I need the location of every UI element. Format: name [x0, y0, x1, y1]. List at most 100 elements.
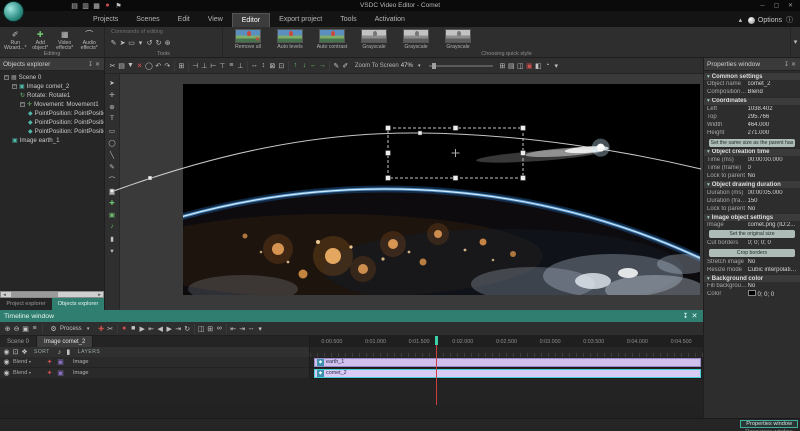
quality-icon[interactable]: ◔	[543, 61, 552, 71]
tree-item-pointposition-pointpositio[interactable]: ◆PointPosition: PointPositio	[0, 109, 104, 118]
clip-bar-earth[interactable]: ◆ earth_1	[314, 358, 701, 367]
clip-bar-comet[interactable]: ◆ comet_2	[314, 369, 701, 378]
expander-icon[interactable]: −	[20, 102, 25, 107]
scrollbar-thumb[interactable]	[11, 292, 58, 297]
zoom-tool-icon[interactable]: ⊕	[108, 101, 117, 112]
tree-item-pointposition-pointpositio[interactable]: ◆PointPosition: PointPositio	[0, 118, 104, 127]
redo-icon[interactable]: ↷	[163, 61, 172, 71]
property-value[interactable]: No	[748, 206, 798, 212]
fit-width-icon[interactable]: ↔	[250, 61, 259, 71]
eye-icon[interactable]: ◉	[2, 368, 11, 378]
property-value[interactable]: 1038.402	[748, 106, 798, 112]
zoom-value[interactable]: 47%	[401, 63, 413, 69]
align-center-icon[interactable]: ⊥	[200, 61, 209, 71]
collapse-ribbon-icon[interactable]: ▴	[736, 15, 745, 25]
eye-all-icon[interactable]: ◉	[2, 347, 11, 357]
move-up-icon[interactable]: ↑	[291, 61, 300, 71]
add-sprite-tool-icon[interactable]: ▣	[108, 209, 117, 220]
more-view-icon[interactable]: ▾	[552, 61, 561, 71]
align-right-icon[interactable]: ⊢	[209, 61, 218, 71]
stretch-icon[interactable]: ⊠	[268, 61, 277, 71]
zoom-slider[interactable]	[429, 65, 493, 67]
expand-all-icon[interactable]: ↔	[247, 324, 256, 334]
flag-icon[interactable]: ⚑	[114, 1, 123, 11]
film-icon[interactable]: ▮	[64, 347, 73, 357]
set-original-size-button[interactable]: Set the original size	[709, 230, 795, 238]
close-icon[interactable]: ✕	[94, 59, 101, 69]
move-clip-left-icon[interactable]: ⇤	[229, 324, 238, 334]
set-same-size-button[interactable]: Set the same size as the parent has	[709, 139, 795, 147]
more-shapes-icon[interactable]: ▾	[136, 38, 145, 48]
timeline-ruler-ticks[interactable]	[310, 347, 703, 357]
playhead-marker[interactable]	[435, 336, 438, 345]
pin-icon[interactable]: ↧	[783, 59, 790, 69]
tl-zoom-in-icon[interactable]: ⊕	[3, 324, 12, 334]
move-tool-icon[interactable]: ✛	[108, 89, 117, 100]
zoom-caret-icon[interactable]: ▾	[415, 61, 424, 71]
grid-icon[interactable]: ⊞	[498, 61, 507, 71]
props-section-background-color[interactable]: ▾Background color	[704, 274, 800, 282]
more-styles-icon[interactable]: ▾	[791, 37, 800, 47]
add-marker-icon[interactable]: ✚	[97, 324, 106, 334]
tree-item-rotate-rotate1[interactable]: ↻Rotate: Rotate1	[0, 91, 104, 100]
curve-tool-icon[interactable]: ⌒	[108, 173, 117, 184]
props-section-object-drawing-duration[interactable]: ▾Object drawing duration	[704, 180, 800, 188]
pencil-tool-icon[interactable]: ✎	[108, 161, 117, 172]
close-icon[interactable]: ✕	[790, 59, 797, 69]
property-value[interactable]: Blend	[748, 89, 798, 95]
lock-all-icon[interactable]: ⊡	[11, 347, 20, 357]
wizard-tool-icon[interactable]: ⊛	[163, 38, 172, 48]
delete-icon[interactable]: ✕	[135, 61, 144, 71]
run-wizard-button[interactable]: ✐Run Wizard...*	[4, 28, 26, 52]
cut-icon[interactable]: ✂	[108, 61, 117, 71]
play-button[interactable]: ▶	[138, 324, 147, 334]
props-section-object-creation-time[interactable]: ▾Object creation time	[704, 148, 800, 156]
timeline-tab-image-comet-2[interactable]: Image comet_2	[37, 336, 93, 347]
video-effects-button[interactable]: ▦Video effects*	[54, 28, 76, 52]
new-project-icon[interactable]: ▤	[70, 1, 79, 11]
crop-borders-button[interactable]: Crop borders	[709, 249, 795, 257]
tl-zoom-out-icon[interactable]: ⊖	[12, 324, 21, 334]
style-remove-all-button[interactable]: Remove all	[229, 29, 267, 50]
props-section-common-settings[interactable]: ▾Common settings	[704, 72, 800, 80]
pen-add-icon[interactable]: ✐	[341, 61, 350, 71]
save-project-icon[interactable]: ▦	[92, 1, 101, 11]
tree-item-image-earth-1[interactable]: ▣Image earth_1	[0, 136, 104, 145]
shape-tool-icon[interactable]: ▭	[127, 38, 136, 48]
process-dropdown[interactable]: ⚙ Process ▾	[49, 324, 93, 334]
timeline-ruler[interactable]: 0:00.5000:01.0000:01.5000:02.0000:02.500…	[310, 336, 703, 347]
last-frame-button[interactable]: ⇥	[174, 324, 183, 334]
timeline-tab-scene-0[interactable]: Scene 0	[0, 336, 37, 347]
timeline-close-icon[interactable]: ✕	[690, 311, 699, 321]
select-tool-icon[interactable]: ➤	[118, 38, 127, 48]
style-grayscale-button[interactable]: Grayscale	[355, 29, 393, 50]
copy-icon[interactable]: ▤	[117, 61, 126, 71]
property-value[interactable]: 0	[748, 165, 798, 171]
mute-all-icon[interactable]: ♪	[55, 347, 64, 357]
add-object-button[interactable]: ✚Add object*	[29, 28, 51, 52]
property-value[interactable]: Cubic interpolation	[748, 267, 798, 273]
property-value[interactable]: No	[748, 283, 798, 289]
add-audio-tool-icon[interactable]: ♪	[108, 221, 117, 232]
property-value[interactable]: comet.png (ID:2...	[748, 222, 798, 228]
sort-label[interactable]: SORT	[34, 349, 50, 355]
minimize-button[interactable]: ─	[758, 1, 767, 11]
property-value[interactable]: 150	[748, 198, 798, 204]
guides-icon[interactable]: ◫	[516, 61, 525, 71]
pen-icon[interactable]: ✎	[332, 61, 341, 71]
style-grayscale-button[interactable]: Grayscale	[397, 29, 435, 50]
pen-tool-icon[interactable]: ✎	[109, 38, 118, 48]
options-button[interactable]: Options	[758, 17, 782, 24]
pin-icon[interactable]: ↧	[87, 59, 94, 69]
align-top-icon[interactable]: ⊤	[218, 61, 227, 71]
zoom-slider-thumb[interactable]	[432, 63, 436, 69]
tab-objects-explorer[interactable]: Objects explorer	[52, 298, 104, 310]
record-badge-icon[interactable]: ●	[103, 1, 112, 11]
menu-tab-editor[interactable]: Editor	[232, 13, 270, 27]
menu-tab-activation[interactable]: Activation	[366, 13, 414, 27]
eye-icon[interactable]: ◉	[2, 357, 11, 367]
chart-tool-icon[interactable]: ▆	[108, 185, 117, 196]
property-value[interactable]: No	[748, 173, 798, 179]
ellipse-tool-icon[interactable]: ◯	[107, 137, 116, 148]
zoom-control[interactable]: Zoom To Screen 47% ▾	[355, 61, 493, 71]
